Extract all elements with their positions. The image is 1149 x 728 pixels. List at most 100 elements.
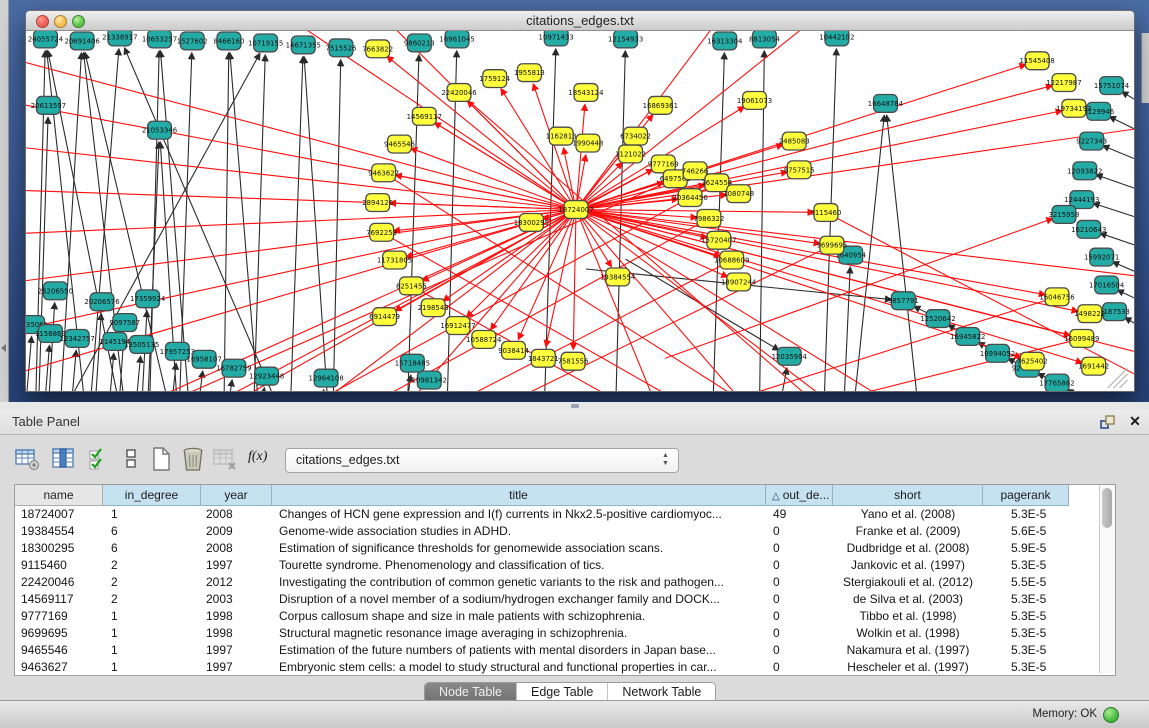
network-graph[interactable]: 2405572420691406213389171065325715276028… xyxy=(26,31,1134,391)
network-node[interactable]: 16210643 xyxy=(1071,220,1106,238)
network-node[interactable]: 8466160 xyxy=(213,32,244,50)
network-node[interactable]: 10442102 xyxy=(819,31,854,46)
table-options-icon[interactable] xyxy=(14,446,40,472)
table-row[interactable]: 1938455462009Genome-wide association stu… xyxy=(15,523,1099,540)
dropdown-stepper-icon[interactable]: ▲▼ xyxy=(661,452,670,468)
network-node[interactable]: 20691406 xyxy=(64,32,99,50)
function-builder-icon[interactable]: f(x) xyxy=(248,449,274,475)
splitter-grip[interactable] xyxy=(571,404,579,408)
network-edge[interactable] xyxy=(230,53,259,391)
network-canvas[interactable]: 2405572420691406213389171065325715276028… xyxy=(26,31,1134,391)
network-edge[interactable] xyxy=(576,210,1082,363)
network-node[interactable]: 12217987 xyxy=(1046,74,1081,92)
network-node[interactable]: 16961045 xyxy=(439,31,474,48)
column-header-in_degree[interactable]: in_degree xyxy=(103,485,201,506)
table-row[interactable]: 977716911998Corpus callosum shape and si… xyxy=(15,608,1099,625)
network-node[interactable]: 24055724 xyxy=(28,31,64,48)
network-node[interactable]: 1527602 xyxy=(177,32,208,50)
network-edge[interactable] xyxy=(573,210,576,350)
network-node[interactable]: 21338917 xyxy=(102,31,137,46)
network-node[interactable]: 21053346 xyxy=(142,121,177,139)
network-node[interactable]: 9699695 xyxy=(816,236,847,254)
network-node[interactable]: 7986322 xyxy=(693,210,724,228)
network-node[interactable]: 2198543 xyxy=(418,299,449,317)
float-panel-icon[interactable] xyxy=(1100,415,1115,429)
network-node[interactable]: 14671355 xyxy=(286,36,321,54)
network-node[interactable]: 16945822 xyxy=(950,328,985,346)
network-node[interactable]: 10719155 xyxy=(248,34,283,52)
network-node[interactable]: 16046756 xyxy=(1039,288,1074,306)
network-node[interactable]: 2485083 xyxy=(779,132,810,150)
table-selector-dropdown[interactable]: citations_edges.txt ▲▼ xyxy=(285,448,679,473)
network-node[interactable]: 2894126 xyxy=(362,194,393,212)
network-edge[interactable] xyxy=(576,210,1045,295)
network-node[interactable]: 1759124 xyxy=(479,70,510,88)
network-node[interactable]: 1121022 xyxy=(615,145,646,163)
column-header-name[interactable]: name xyxy=(15,485,103,506)
network-node[interactable]: 12964108 xyxy=(308,369,343,387)
row-height-icon[interactable] xyxy=(118,446,144,472)
delete-icon[interactable] xyxy=(180,446,206,472)
network-edge[interactable] xyxy=(261,388,265,391)
network-node[interactable]: 9227343 xyxy=(1076,132,1107,150)
network-node[interactable]: 16313304 xyxy=(707,32,743,50)
network-edge[interactable] xyxy=(1122,92,1134,116)
table-row[interactable]: 946362711997Embryonic stem cells: a mode… xyxy=(15,659,1099,676)
network-node[interactable]: 9038414 xyxy=(498,341,529,359)
network-node[interactable]: 16869361 xyxy=(643,96,678,114)
panel-expand-arrow-icon[interactable] xyxy=(1,344,6,352)
network-node[interactable]: 7625402 xyxy=(1017,352,1048,370)
table-row[interactable]: 1456911722003Disruption of a novel membe… xyxy=(15,591,1099,608)
network-edge[interactable] xyxy=(290,57,302,391)
network-node[interactable]: 1843721 xyxy=(528,349,559,367)
network-node[interactable]: 8757515 xyxy=(784,161,815,179)
network-node[interactable]: 19061073 xyxy=(737,91,772,109)
table-row[interactable]: 2242004622012Investigating the contribut… xyxy=(15,574,1099,591)
show-column-icon[interactable] xyxy=(50,446,76,472)
node-table[interactable]: namein_degreeyeartitle△out_de...shortpag… xyxy=(14,484,1116,676)
memory-status-indicator[interactable] xyxy=(1103,707,1119,723)
network-node[interactable]: 1691442 xyxy=(1078,357,1109,375)
network-node[interactable]: 16648784 xyxy=(868,94,904,112)
network-node[interactable]: 12093822 xyxy=(1067,162,1102,180)
column-header-pagerank[interactable]: pagerank xyxy=(983,485,1069,506)
network-edge[interactable] xyxy=(224,53,229,391)
close-panel-icon[interactable]: ✕ xyxy=(1127,413,1143,429)
table-row[interactable]: 911546021997Tourette syndrome. Phenomeno… xyxy=(15,557,1099,574)
network-node[interactable]: 8813054 xyxy=(749,31,780,48)
network-node[interactable]: 7692253 xyxy=(366,223,397,241)
network-node[interactable]: 9115460 xyxy=(810,204,841,222)
new-document-icon[interactable] xyxy=(148,446,174,472)
table-row[interactable]: 1872400712008Changes of HCN gene express… xyxy=(15,506,1099,523)
network-node[interactable]: 9860213 xyxy=(404,34,435,52)
network-node[interactable]: 18907244 xyxy=(721,273,757,291)
network-node[interactable]: 7663822 xyxy=(362,40,393,58)
network-node[interactable]: 10981342 xyxy=(412,371,447,389)
network-node[interactable]: 22420046 xyxy=(441,84,476,102)
network-edge[interactable] xyxy=(333,60,341,391)
column-header-title[interactable]: title xyxy=(272,485,766,506)
network-node[interactable]: 16099489 xyxy=(1064,330,1099,348)
network-node[interactable]: 15720407 xyxy=(701,231,736,249)
table-row[interactable]: 1830029562008Estimation of significance … xyxy=(15,540,1099,557)
network-node[interactable]: 10971433 xyxy=(539,31,574,46)
network-node[interactable]: 9465546 xyxy=(384,135,415,153)
network-edge[interactable] xyxy=(576,104,585,209)
network-node[interactable]: 6734022 xyxy=(620,127,651,145)
table-row[interactable]: 946554611997Estimation of the future num… xyxy=(15,642,1099,659)
network-edge[interactable] xyxy=(1103,146,1134,170)
network-window[interactable]: citations_edges.txt 24055724206914062133… xyxy=(25,10,1135,392)
network-edge[interactable] xyxy=(533,84,576,210)
network-node[interactable]: 6914479 xyxy=(369,308,400,326)
network-node[interactable]: 9097587 xyxy=(109,314,140,332)
table-scrollbar[interactable] xyxy=(1099,485,1115,673)
network-node[interactable]: 1498222 xyxy=(1074,305,1105,323)
network-edge[interactable] xyxy=(1125,318,1134,339)
network-node[interactable]: 15718485 xyxy=(395,354,430,372)
network-node[interactable]: 11545408 xyxy=(1020,52,1055,70)
network-node[interactable]: 7515526 xyxy=(326,39,357,57)
row-select-icon[interactable] xyxy=(86,446,112,472)
network-edge[interactable] xyxy=(779,368,787,391)
column-header-year[interactable]: year xyxy=(201,485,272,506)
network-node[interactable]: 12154933 xyxy=(608,31,643,48)
